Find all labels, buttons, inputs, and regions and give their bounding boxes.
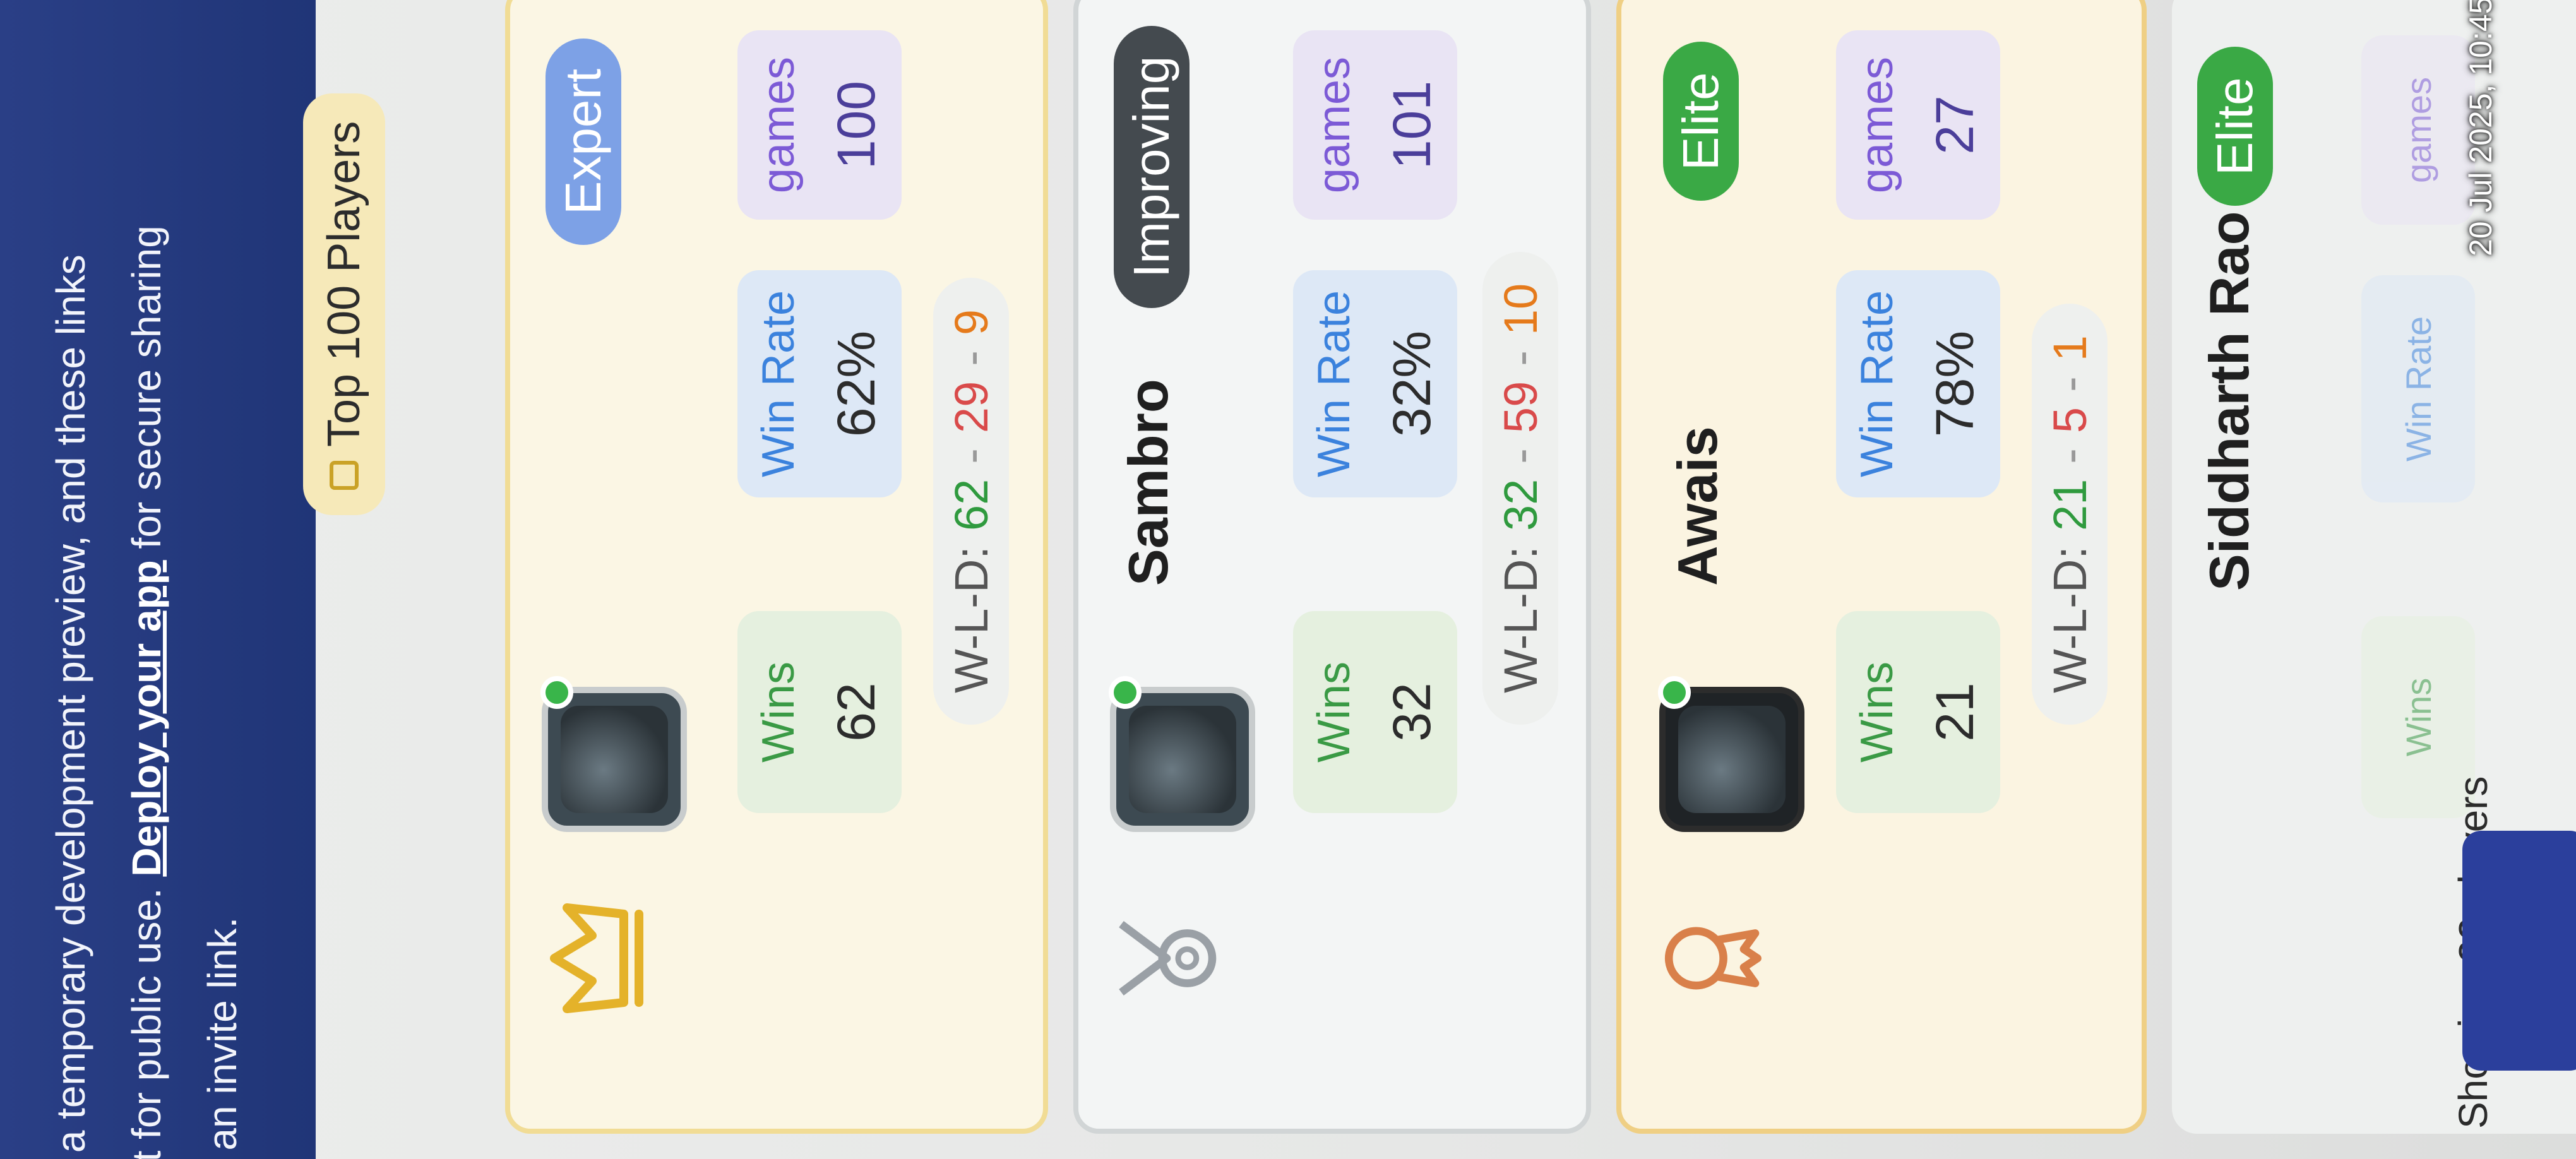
win-rate-value: 32%	[1381, 330, 1441, 437]
trophy-icon	[330, 461, 359, 490]
banner-text: ot for public use.	[124, 876, 169, 1159]
wld-losses: 29	[945, 381, 998, 434]
crown-icon	[550, 903, 643, 1013]
wins-label: Wins	[2398, 677, 2438, 757]
win-rate-label: Win Rate	[1308, 290, 1359, 478]
wld-wins: 62	[945, 478, 998, 532]
online-status-dot	[1658, 676, 1691, 709]
ribbon-icon	[1664, 927, 1762, 990]
wins-stat: Wins 62	[737, 611, 902, 813]
photo-timestamp: 20 Jul 2025, 10:45 am	[2463, 0, 2498, 256]
games-stat: games	[2361, 35, 2475, 225]
wld-separator: -	[2043, 448, 2096, 464]
wld-label: W-L-D:	[2043, 546, 2096, 693]
player-name[interactable]: Awais	[1666, 426, 1730, 586]
player-card[interactable]: Sambro Improving Wins 32 Win Rate 32% ga…	[1073, 0, 1591, 1134]
win-rate-label: Win Rate	[753, 290, 804, 478]
leaderboard-title: Top 100 Players	[319, 121, 369, 447]
win-loss-draw: W-L-D: 32 - 59 - 10	[1482, 251, 1558, 725]
wins-stat: Wins 21	[1836, 611, 2000, 813]
games-label: games	[1308, 56, 1359, 194]
floating-action-button[interactable]	[2462, 831, 2576, 1071]
games-value: 100	[826, 80, 886, 170]
avatar[interactable]	[1659, 687, 1804, 832]
wld-wins: 21	[2043, 478, 2096, 532]
wld-separator: -	[945, 350, 998, 366]
wld-label: W-L-D:	[1494, 546, 1547, 693]
games-stat: games 27	[1836, 30, 2000, 220]
games-stat: games 100	[737, 30, 902, 220]
win-rate-stat: Win Rate	[2361, 275, 2475, 502]
banner-line-1: s a temporary development preview, and t…	[48, 254, 93, 1159]
games-label: games	[1851, 56, 1902, 194]
player-card[interactable]: Awais Elite Wins 21 Win Rate 78% games 2…	[1616, 0, 2147, 1134]
wld-separator: -	[945, 448, 998, 464]
wld-draws: 1	[2043, 335, 2096, 362]
leaderboard-screen: s a temporary development preview, and t…	[0, 0, 2576, 1159]
wld-wins: 32	[1494, 478, 1547, 532]
online-status-dot	[540, 676, 573, 709]
deploy-link[interactable]: Deploy your app	[124, 560, 169, 876]
win-rate-value: 62%	[826, 330, 886, 437]
banner-line-2: ot for public use. Deploy your app for s…	[124, 225, 169, 1159]
level-badge: Elite	[2197, 47, 2273, 206]
online-status-dot	[1109, 676, 1142, 709]
games-label: games	[2398, 76, 2438, 184]
games-value: 27	[1924, 95, 1984, 155]
wld-losses: 59	[1494, 381, 1547, 434]
win-rate-value: 78%	[1924, 330, 1984, 437]
games-label: games	[753, 56, 804, 194]
wld-separator: -	[1494, 350, 1547, 366]
level-badge: Elite	[1663, 42, 1739, 201]
avatar[interactable]	[542, 687, 687, 832]
win-loss-draw: W-L-D: 62 - 29 - 9	[933, 277, 1009, 725]
banner-line-3: e an invite link.	[200, 917, 245, 1159]
win-rate-stat: Win Rate 32%	[1293, 270, 1457, 497]
leaderboard-title-badge: Top 100 Players	[303, 93, 385, 515]
wld-draws: 10	[1494, 283, 1547, 336]
win-loss-draw: W-L-D: 21 - 5 - 1	[2032, 304, 2108, 725]
wld-separator: -	[2043, 376, 2096, 392]
level-badge: Expert	[546, 38, 621, 245]
win-rate-stat: Win Rate 78%	[1836, 270, 2000, 497]
player-name[interactable]: Sambro	[1116, 379, 1181, 586]
player-name[interactable]: Siddharth Rao	[2197, 211, 2262, 591]
win-rate-stat: Win Rate 62%	[737, 270, 902, 497]
games-stat: games 101	[1293, 30, 1457, 220]
win-rate-label: Win Rate	[1851, 290, 1902, 478]
preview-banner: s a temporary development preview, and t…	[0, 0, 316, 1159]
medal-icon	[1119, 920, 1217, 996]
wins-value: 21	[1924, 682, 1984, 742]
wins-label: Wins	[1308, 662, 1359, 763]
player-card[interactable]: Expert Wins 62 Win Rate 62% games 100 W-…	[505, 0, 1048, 1134]
wld-draws: 9	[945, 309, 998, 336]
wins-stat: Wins 32	[1293, 611, 1457, 813]
wins-value: 62	[826, 682, 886, 742]
wld-separator: -	[1494, 448, 1547, 464]
avatar[interactable]	[1110, 687, 1255, 832]
win-rate-label: Win Rate	[2398, 316, 2438, 462]
wld-label: W-L-D:	[945, 546, 998, 693]
wld-losses: 5	[2043, 407, 2096, 434]
wins-label: Wins	[753, 662, 804, 763]
level-badge: Improving	[1114, 25, 1190, 308]
banner-text: for secure sharing	[124, 225, 169, 561]
wins-value: 32	[1381, 682, 1441, 742]
games-value: 101	[1381, 80, 1441, 170]
wins-label: Wins	[1851, 662, 1902, 763]
